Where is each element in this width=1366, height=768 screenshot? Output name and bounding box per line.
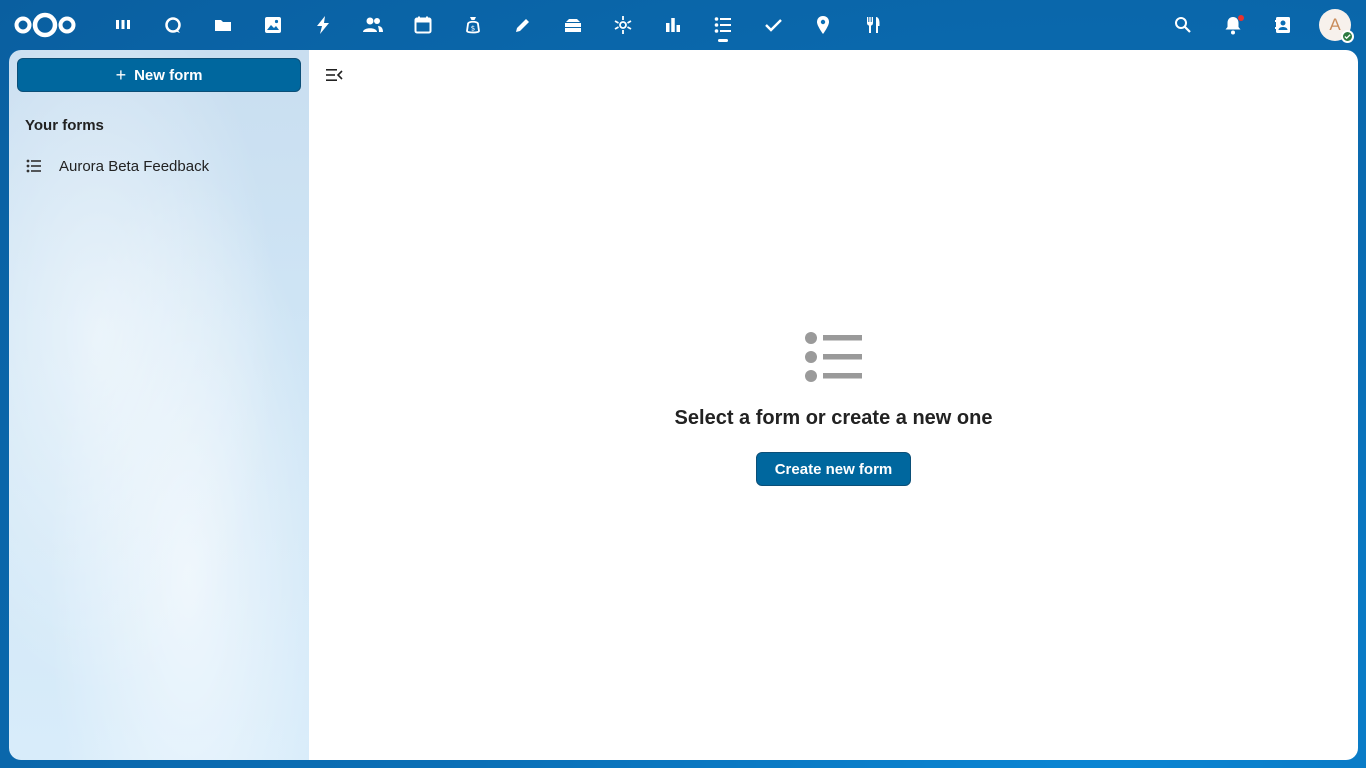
online-status-icon (1341, 30, 1354, 43)
avatar-initial: A (1329, 15, 1341, 34)
dashboard-icon[interactable] (98, 0, 148, 50)
form-list-icon (17, 158, 51, 174)
your-forms-heading: Your forms (25, 117, 104, 134)
app-navigation: + New form Your forms Aurora Beta Feedba… (9, 50, 309, 760)
photos-icon[interactable] (248, 0, 298, 50)
header-right: A (1158, 0, 1366, 50)
notifications-icon[interactable] (1208, 0, 1258, 50)
notification-badge (1238, 15, 1244, 21)
app-content: Select a form or create a new one Create… (309, 50, 1358, 760)
maps-icon[interactable] (798, 0, 848, 50)
contacts-icon[interactable] (348, 0, 398, 50)
new-form-label: New form (134, 66, 203, 84)
forms-icon[interactable] (698, 0, 748, 50)
form-list-item-label: Aurora Beta Feedback (59, 157, 210, 175)
avatar[interactable]: A (1319, 9, 1354, 43)
notes-icon[interactable] (498, 0, 548, 50)
astro-icon[interactable] (598, 0, 648, 50)
form-list-item[interactable]: Aurora Beta Feedback (17, 150, 301, 182)
files-icon[interactable] (198, 0, 248, 50)
deck-icon[interactable] (548, 0, 598, 50)
cospend-icon[interactable]: $ (448, 0, 498, 50)
svg-text:$: $ (471, 25, 475, 33)
calendar-icon[interactable] (398, 0, 448, 50)
talk-icon[interactable] (148, 0, 198, 50)
forms-empty-icon (803, 330, 863, 384)
activity-icon[interactable] (298, 0, 348, 50)
search-icon[interactable] (1158, 0, 1208, 50)
empty-content-title: Select a form or create a new one (674, 407, 993, 429)
navigation-toggle-button[interactable] (321, 62, 347, 88)
tasks-icon[interactable] (748, 0, 798, 50)
menu-collapse-icon (326, 69, 343, 81)
top-header: $ A (0, 0, 1366, 50)
user-menu[interactable]: A (1308, 0, 1362, 50)
analytics-icon[interactable] (648, 0, 698, 50)
create-new-form-button[interactable]: Create new form (756, 452, 911, 486)
new-form-button[interactable]: + New form (17, 58, 301, 92)
nextcloud-logo[interactable] (14, 10, 76, 40)
contacts-menu-icon[interactable] (1258, 0, 1308, 50)
plus-icon: + (115, 65, 127, 85)
app-menu: $ (98, 0, 898, 50)
cookbook-icon[interactable] (848, 0, 898, 50)
